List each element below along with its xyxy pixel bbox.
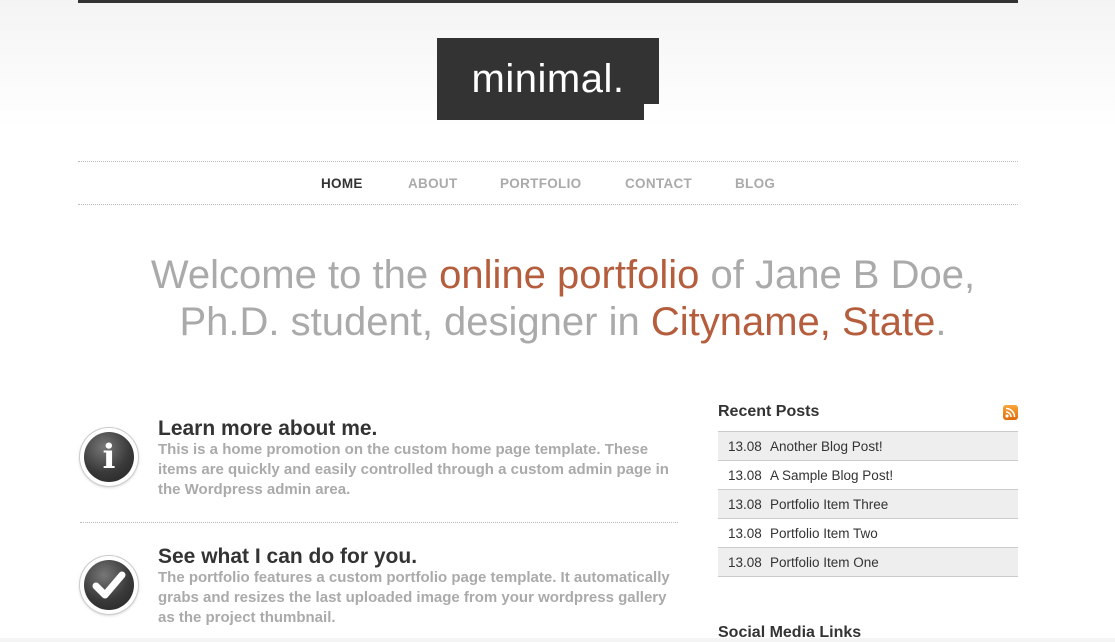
welcome-highlight-portfolio[interactable]: online portfolio xyxy=(439,253,699,297)
site-logo[interactable]: minimal. xyxy=(437,38,659,120)
checkmark-icon-glyph xyxy=(92,571,126,599)
post-date: 13.08 xyxy=(728,468,762,483)
info-icon-glyph: i xyxy=(102,437,116,477)
nav-home[interactable]: HOME xyxy=(321,162,363,204)
post-item[interactable]: 13.08 A Sample Blog Post! xyxy=(718,461,1018,490)
post-date: 13.08 xyxy=(728,526,762,541)
info-icon[interactable]: i xyxy=(80,428,138,486)
post-item[interactable]: 13.08 Portfolio Item One xyxy=(718,548,1018,577)
promo-text: The portfolio features a custom portfoli… xyxy=(158,569,670,626)
nav-portfolio[interactable]: PORTFOLIO xyxy=(500,162,581,204)
logo-notch xyxy=(644,104,659,120)
logo-text: minimal. xyxy=(471,57,625,101)
nav-contact[interactable]: CONTACT xyxy=(625,162,692,204)
nav-blog[interactable]: BLOG xyxy=(735,162,775,204)
promo-title[interactable]: See what I can do for you. xyxy=(158,545,417,569)
post-title[interactable]: A Sample Blog Post! xyxy=(770,461,893,490)
top-bar xyxy=(78,0,1018,3)
welcome-text: Welcome to the xyxy=(150,253,440,297)
recent-posts-title: Recent Posts xyxy=(718,403,820,420)
post-title[interactable]: Portfolio Item Two xyxy=(770,519,878,548)
social-links-title: Social Media Links xyxy=(718,624,862,641)
welcome-highlight-location[interactable]: Cityname, State xyxy=(651,300,936,344)
post-date: 13.08 xyxy=(728,439,762,454)
welcome-text: Ph.D. student, designer in xyxy=(179,300,651,344)
welcome-heading: Welcome to the online portfolio of Jane … xyxy=(78,252,1048,346)
nav-about[interactable]: ABOUT xyxy=(408,162,458,204)
post-title[interactable]: Portfolio Item One xyxy=(770,548,879,577)
rss-icon[interactable] xyxy=(1003,405,1018,420)
post-title[interactable]: Portfolio Item Three xyxy=(770,490,888,519)
recent-posts-list: 13.08 Another Blog Post! 13.08 A Sample … xyxy=(718,431,1018,577)
post-item[interactable]: 13.08 Portfolio Item Two xyxy=(718,519,1018,548)
post-item[interactable]: 13.08 Another Blog Post! xyxy=(718,432,1018,461)
promo-divider xyxy=(80,522,678,523)
post-title[interactable]: Another Blog Post! xyxy=(770,432,883,461)
rss-icon-glyph xyxy=(1005,407,1016,418)
main-nav: HOME ABOUT PORTFOLIO CONTACT BLOG xyxy=(78,161,1018,205)
post-item[interactable]: 13.08 Portfolio Item Three xyxy=(718,490,1018,519)
welcome-text: of Jane B Doe, xyxy=(699,253,976,297)
promo-text: This is a home promotion on the custom h… xyxy=(158,441,669,498)
checkmark-icon[interactable] xyxy=(80,556,138,614)
post-date: 13.08 xyxy=(728,497,762,512)
promo-title[interactable]: Learn more about me. xyxy=(158,417,377,441)
welcome-text: . xyxy=(935,300,947,344)
checkmark-icon-circle xyxy=(84,560,134,610)
post-date: 13.08 xyxy=(728,555,762,570)
info-icon-circle: i xyxy=(84,432,134,482)
